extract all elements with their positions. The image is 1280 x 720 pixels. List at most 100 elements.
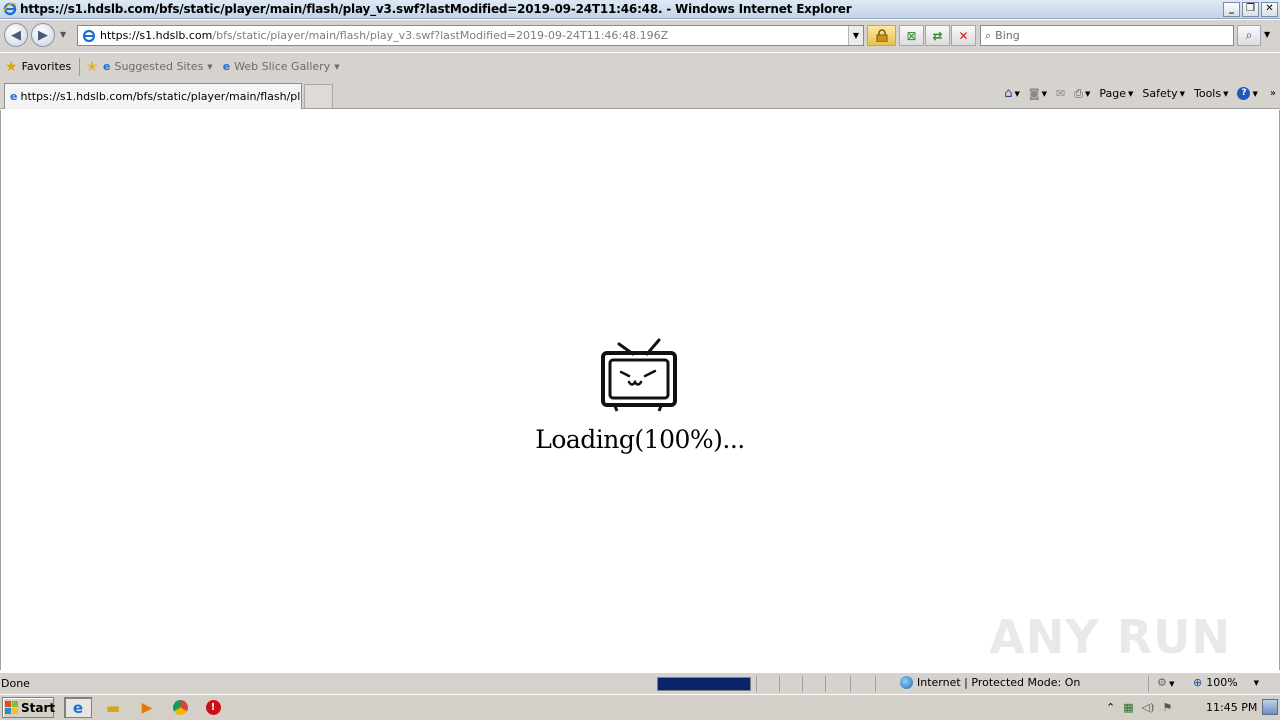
tab-current-page[interactable]: e https://s1.hdslb.com/bfs/static/player…: [4, 83, 302, 109]
printer-icon: ⎙: [1074, 86, 1083, 100]
windows-taskbar: Start e ▬ ▶ ! ⌃ ▦ ◁) ⚑ 11:45 PM: [0, 694, 1280, 720]
back-button[interactable]: ◀: [4, 23, 28, 47]
security-lock-button[interactable]: [867, 25, 896, 46]
address-host: hdslb.com: [155, 29, 213, 42]
compatibility-view-button[interactable]: ⊠: [899, 25, 924, 46]
anyrun-watermark: ANY RUN: [989, 610, 1231, 664]
close-window-button[interactable]: ✕: [1261, 1, 1278, 17]
home-icon: ⌂: [1004, 86, 1013, 101]
internet-globe-icon: [900, 676, 913, 689]
page-ie-icon: [82, 29, 96, 42]
suggested-sites-label: Suggested Sites: [114, 60, 204, 73]
progress-bar: [657, 677, 751, 691]
navigation-bar: ◀ ▶ ▼ https://s1. hdslb.com/bfs/static/pl…: [0, 20, 1280, 52]
status-text: Done: [1, 677, 30, 690]
feeds-button[interactable]: ◙ ▼: [1026, 87, 1050, 100]
toolbar-overflow-icon[interactable]: »: [1270, 88, 1276, 99]
minimize-button[interactable]: _: [1223, 1, 1240, 17]
protected-mode-pane[interactable]: ⚙ ▼: [1148, 676, 1188, 692]
ie-taskbar-icon: e: [72, 698, 84, 717]
web-slice-gallery-label: Web Slice Gallery: [234, 60, 331, 73]
network-icon[interactable]: ▦: [1123, 701, 1133, 714]
tab-bar: e https://s1.hdslb.com/bfs/static/player…: [0, 80, 1280, 109]
taskbar-clock[interactable]: 11:45 PM: [1206, 701, 1257, 714]
tab-label: https://s1.hdslb.com/bfs/static/player/m…: [20, 90, 302, 103]
compatibility-icon: ⊠: [906, 28, 917, 43]
refresh-button[interactable]: ⇄: [925, 25, 950, 46]
security-zone[interactable]: Internet | Protected Mode: On: [900, 676, 1080, 689]
restore-button[interactable]: ❐: [1242, 1, 1259, 17]
lock-icon: [876, 29, 887, 42]
progress-fill: [658, 678, 750, 690]
zoom-level: 100%: [1206, 676, 1238, 689]
page-content: Loading(100%)... ANY RUN: [0, 110, 1280, 670]
favorites-star-icon: ★: [5, 58, 18, 75]
volume-icon[interactable]: ◁): [1142, 701, 1155, 714]
stop-button[interactable]: ✕: [951, 25, 976, 46]
zoom-magnifier-icon: ⊕: [1193, 676, 1203, 689]
status-pane: [802, 676, 824, 692]
address-path: /bfs/static/player/main/flash/play_v3.sw…: [212, 29, 669, 42]
command-bar: ⌂ ▼ ◙ ▼ ✉ ⎙ ▼ Page ▼ Safety ▼ Tools ▼ ? ▼ »: [1001, 86, 1276, 101]
status-bar: Done Internet | Protected Mode: On ⚙ ▼ ⊕…: [0, 672, 1280, 694]
forward-arrow-icon: ▶: [38, 27, 48, 43]
action-center-flag-icon[interactable]: ⚑: [1162, 701, 1172, 714]
ie-logo-icon: [3, 2, 17, 16]
status-pane: [850, 676, 872, 692]
taskbar-ie-button[interactable]: e: [64, 697, 92, 718]
web-slice-gallery-link[interactable]: e Web Slice Gallery ▼: [223, 60, 340, 73]
start-button[interactable]: Start: [2, 697, 55, 718]
new-tab-button[interactable]: [304, 84, 333, 108]
protected-mode-icon: ⚙: [1157, 676, 1167, 689]
status-pane: [825, 676, 847, 692]
stop-icon: ✕: [958, 28, 969, 43]
refresh-icon: ⇄: [932, 28, 943, 43]
window-titlebar: https://s1.hdslb.com/bfs/static/player/m…: [0, 0, 1280, 19]
zoom-control[interactable]: ⊕ 100% ▼: [1193, 676, 1259, 689]
favorites-label: Favorites: [21, 60, 72, 73]
status-pane: [756, 676, 778, 692]
address-dropdown-icon[interactable]: ▼: [848, 26, 863, 45]
search-input[interactable]: ⌕ Bing: [980, 25, 1234, 46]
tray-expand-icon[interactable]: ⌃: [1106, 701, 1115, 714]
page-menu-button[interactable]: Page ▼: [1096, 87, 1136, 100]
taskbar-media-player-button[interactable]: ▶: [133, 697, 161, 718]
search-button[interactable]: ⌕: [1237, 25, 1261, 46]
address-scheme: https://s1.: [100, 29, 156, 42]
media-player-icon: ▶: [141, 699, 153, 716]
address-bar[interactable]: https://s1. hdslb.com/bfs/static/player/m…: [77, 25, 864, 46]
recent-pages-dropdown-icon[interactable]: ▼: [60, 30, 66, 39]
home-button[interactable]: ⌂ ▼: [1001, 86, 1023, 101]
chrome-icon: [172, 700, 188, 715]
read-mail-button[interactable]: ✉: [1053, 87, 1068, 100]
help-icon: ?: [1237, 87, 1251, 100]
zone-text: Internet | Protected Mode: On: [917, 676, 1081, 689]
forward-button[interactable]: ▶: [31, 23, 55, 47]
search-magnifier-icon: ⌕: [985, 28, 992, 42]
favorites-button[interactable]: ★ Favorites: [5, 59, 71, 75]
taskbar-opera-button[interactable]: !: [199, 697, 227, 718]
tab-ie-icon: e: [10, 90, 18, 103]
print-button[interactable]: ⎙ ▼: [1071, 87, 1093, 101]
suggested-sites-dropdown-icon: ▼: [207, 62, 213, 71]
windows-logo-icon: [5, 701, 18, 714]
taskbar-chrome-button[interactable]: [166, 697, 194, 718]
status-pane: [875, 676, 897, 692]
search-options-dropdown-icon[interactable]: ▼: [1264, 30, 1270, 39]
suggested-sites-ie-icon: e: [103, 60, 111, 73]
safety-menu-label: Safety: [1142, 87, 1178, 100]
taskbar-explorer-button[interactable]: ▬: [99, 697, 127, 718]
web-slice-dropdown-icon: ▼: [334, 62, 340, 71]
zoom-dropdown-icon: ▼: [1253, 678, 1260, 687]
rss-feed-icon: ◙: [1028, 87, 1040, 100]
tools-menu-button[interactable]: Tools ▼: [1191, 87, 1232, 100]
safety-menu-button[interactable]: Safety ▼: [1139, 87, 1188, 100]
show-desktop-icon[interactable]: [1262, 699, 1278, 715]
suggested-sites-link[interactable]: e Suggested Sites ▼: [103, 60, 213, 73]
status-pane: [779, 676, 801, 692]
add-to-favorites-icon[interactable]: ✭: [86, 59, 98, 75]
folder-icon: ▬: [105, 698, 121, 717]
help-button[interactable]: ? ▼: [1234, 87, 1260, 100]
search-placeholder: Bing: [995, 29, 1020, 42]
tools-menu-label: Tools: [1193, 87, 1222, 100]
